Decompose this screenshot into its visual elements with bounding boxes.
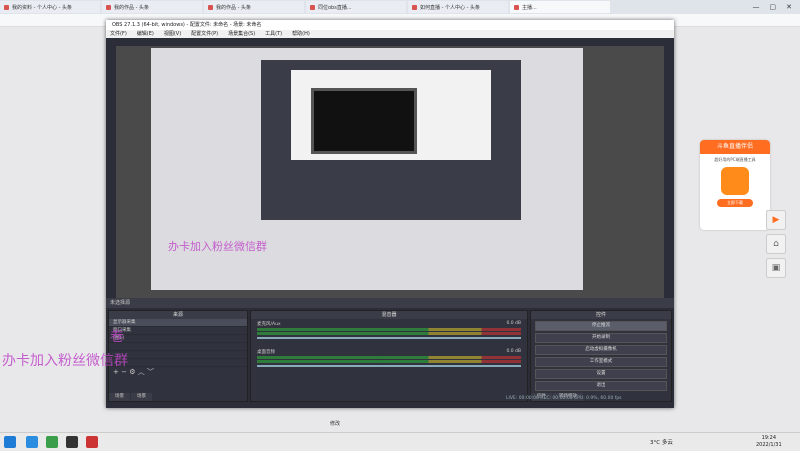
controls-dock: 控件 停止推流 开始录制 启动虚拟摄像机 工作室模式 设置 退出 控件 转场特效 bbox=[530, 310, 672, 402]
browser-tab-active[interactable]: 主播... bbox=[510, 1, 610, 13]
menu-help[interactable]: 帮助(H) bbox=[292, 30, 310, 38]
site-icon bbox=[106, 5, 111, 10]
nested-core-preview bbox=[311, 88, 417, 154]
watermark-text: 办卡加入粉丝微信群 bbox=[2, 350, 128, 370]
tab-label: 我的资料 - 个人中心 - 头条 bbox=[12, 4, 72, 11]
home-icon[interactable]: ⌂ bbox=[766, 234, 786, 254]
volume-meter bbox=[257, 360, 521, 363]
source-status: 未选择源 bbox=[106, 298, 674, 308]
source-item[interactable] bbox=[109, 359, 247, 367]
promo-title: 斗鱼直播伴侣 bbox=[700, 140, 770, 154]
left-dock-tabs: 场景 场景 bbox=[109, 393, 153, 401]
mixer-dock: 混音器 麦克风/Aux 0.0 dB 桌面音频 0.0 dB bbox=[250, 310, 528, 402]
tab-scenes[interactable]: 场景 bbox=[109, 393, 130, 401]
channel-db: 0.0 dB bbox=[506, 349, 521, 355]
obs-preview[interactable] bbox=[116, 46, 664, 298]
stop-stream-button[interactable]: 停止推流 bbox=[535, 321, 667, 331]
exit-button[interactable]: 退出 bbox=[535, 381, 667, 391]
menu-file[interactable]: 文件(F) bbox=[110, 30, 127, 38]
settings-button[interactable]: 设置 bbox=[535, 369, 667, 379]
channel-name: 麦克风/Aux bbox=[257, 321, 281, 327]
minimize-icon[interactable]: — bbox=[753, 3, 760, 11]
close-icon[interactable]: ✕ bbox=[786, 3, 792, 11]
volume-slider[interactable] bbox=[257, 365, 521, 367]
windows-start-icon[interactable] bbox=[4, 436, 16, 448]
source-toolbar: + − ⚙ ︿ ﹀ bbox=[109, 367, 247, 377]
source-item[interactable]: 窗口采集 bbox=[109, 327, 247, 335]
app-icon[interactable] bbox=[86, 436, 98, 448]
menu-view[interactable]: 视图(V) bbox=[164, 30, 181, 38]
promo-card: 斗鱼直播伴侣 超好用的PC端直播工具 立即下载 bbox=[700, 140, 770, 230]
nested-obs-window bbox=[261, 60, 521, 220]
browser-tab[interactable]: 我的资料 - 个人中心 - 头条 bbox=[0, 1, 100, 13]
source-item[interactable] bbox=[109, 351, 247, 359]
menu-scene-collection[interactable]: 场景集合(S) bbox=[228, 30, 255, 38]
browser-tab[interactable]: 如何直播 - 个人中心 - 头条 bbox=[408, 1, 508, 13]
tab-label: 同位obs直播... bbox=[318, 4, 352, 11]
browser-tab-bar: 我的资料 - 个人中心 - 头条 我的作品 - 头条 我的作品 - 头条 同位o… bbox=[0, 0, 800, 14]
page-caption: 修改 bbox=[330, 420, 340, 427]
sources-dock: 来源 显示器采集 窗口采集 [图1] + − ⚙ ︿ ﹀ 场景 场景 bbox=[108, 310, 248, 402]
browser-tab[interactable]: 同位obs直播... bbox=[306, 1, 406, 13]
menu-tools[interactable]: 工具(T) bbox=[265, 30, 282, 38]
browser-tab[interactable]: 我的作品 - 头条 bbox=[204, 1, 304, 13]
clock: 19:24 2022/1/31 bbox=[756, 435, 782, 449]
down-icon[interactable]: ﹀ bbox=[147, 368, 154, 376]
play-icon[interactable]: ▶ bbox=[766, 210, 786, 230]
watermark-text: 办卡加入粉丝微信群 bbox=[168, 238, 267, 254]
obs-window: OBS 27.1.3 (64-bit, windows) - 配置文件: 未命名… bbox=[106, 20, 674, 408]
mixer-channel: 麦克风/Aux 0.0 dB bbox=[251, 319, 527, 327]
controls-title: 控件 bbox=[531, 311, 671, 319]
window-controls: — ▢ ✕ bbox=[753, 3, 800, 11]
volume-meter bbox=[257, 356, 521, 359]
app-logo bbox=[721, 167, 749, 195]
tab-sources[interactable]: 场景 bbox=[131, 393, 152, 401]
tab-label: 我的作品 - 头条 bbox=[114, 4, 149, 11]
sources-title: 来源 bbox=[109, 311, 247, 319]
site-icon bbox=[514, 5, 519, 10]
up-icon[interactable]: ︿ bbox=[138, 368, 145, 376]
mixer-title: 混音器 bbox=[251, 311, 527, 319]
download-button[interactable]: 立即下载 bbox=[717, 199, 753, 207]
browser-tab[interactable]: 我的作品 - 头条 bbox=[102, 1, 202, 13]
source-item[interactable] bbox=[109, 343, 247, 351]
channel-name: 桌面音频 bbox=[257, 349, 275, 355]
tab-label: 我的作品 - 头条 bbox=[216, 4, 251, 11]
channel-db: 0.0 dB bbox=[506, 321, 521, 327]
edge-icon[interactable] bbox=[26, 436, 38, 448]
taskbar: 3°C 多云 19:24 2022/1/31 bbox=[0, 432, 800, 451]
screen-icon[interactable]: ▣ bbox=[766, 258, 786, 278]
volume-meter bbox=[257, 332, 521, 335]
site-icon bbox=[208, 5, 213, 10]
clock-date: 2022/1/31 bbox=[756, 442, 782, 449]
watermark-text: 卷 bbox=[110, 326, 124, 346]
browser-icon[interactable] bbox=[46, 436, 58, 448]
obs-menubar: 文件(F) 编辑(E) 视图(V) 配置文件(P) 场景集合(S) 工具(T) … bbox=[106, 30, 674, 38]
studio-mode-button[interactable]: 工作室模式 bbox=[535, 357, 667, 367]
clock-time: 19:24 bbox=[756, 435, 782, 442]
volume-meter bbox=[257, 328, 521, 331]
source-item[interactable]: [图1] bbox=[109, 335, 247, 343]
promo-subtitle: 超好用的PC端直播工具 bbox=[700, 157, 770, 163]
mixer-channel: 桌面音频 0.0 dB bbox=[251, 343, 527, 355]
site-icon bbox=[412, 5, 417, 10]
tab-label: 主播... bbox=[522, 4, 537, 11]
menu-edit[interactable]: 编辑(E) bbox=[137, 30, 154, 38]
gear-icon[interactable]: ⚙ bbox=[129, 368, 135, 376]
nested-preview bbox=[291, 70, 491, 160]
menu-profile[interactable]: 配置文件(P) bbox=[191, 30, 218, 38]
source-item[interactable]: 显示器采集 bbox=[109, 319, 247, 327]
obs-title: OBS 27.1.3 (64-bit, windows) - 配置文件: 未命名… bbox=[106, 20, 674, 30]
tab-label: 如何直播 - 个人中心 - 头条 bbox=[420, 4, 480, 11]
site-icon bbox=[4, 5, 9, 10]
weather: 3°C 多云 bbox=[650, 438, 673, 446]
maximize-icon[interactable]: ▢ bbox=[770, 3, 777, 11]
site-icon bbox=[310, 5, 315, 10]
obs-icon[interactable] bbox=[66, 436, 78, 448]
virtual-camera-button[interactable]: 启动虚拟摄像机 bbox=[535, 345, 667, 355]
obs-statusbar: LIVE: 00:00:00 REC: 00:00:00 CPU: 0.9%, … bbox=[506, 396, 622, 401]
start-recording-button[interactable]: 开始录制 bbox=[535, 333, 667, 343]
volume-slider[interactable] bbox=[257, 337, 521, 339]
